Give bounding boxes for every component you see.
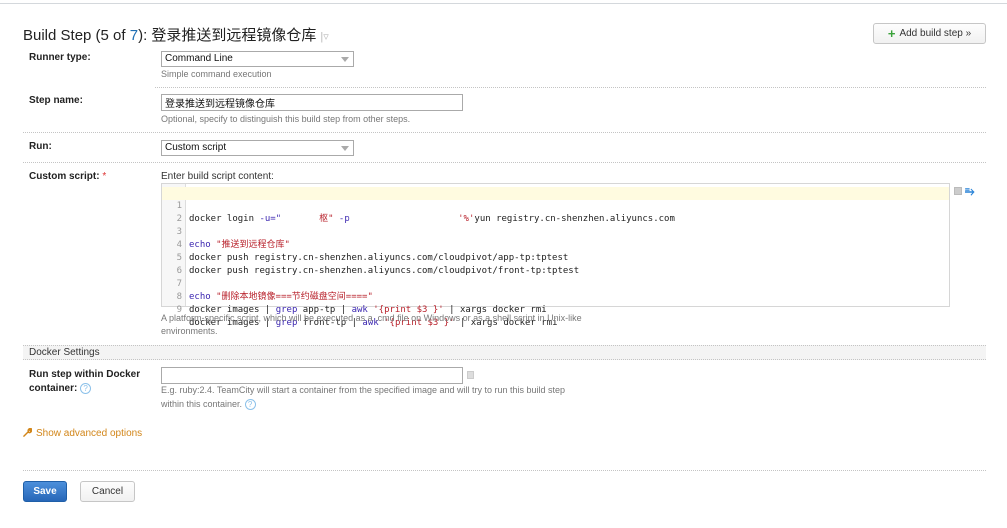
custom-script-label: Custom script: * bbox=[29, 171, 106, 182]
code-line: 1 docker login -u="xxxxxxx枢" -pxxxxxxxxx… bbox=[162, 187, 949, 226]
custom-script-label-text: Custom script: bbox=[29, 171, 100, 182]
chevron-down-icon bbox=[341, 57, 349, 62]
add-build-step-label: Add build step » bbox=[899, 28, 972, 39]
help-icon[interactable]: ? bbox=[80, 382, 92, 394]
docker-hint-2-row: within this container. ? bbox=[161, 398, 256, 411]
custom-script-intro: Enter build script content: bbox=[161, 171, 274, 182]
script-editor[interactable]: 1 docker login -u="xxxxxxx枢" -pxxxxxxxxx… bbox=[161, 183, 950, 328]
run-label: Run: bbox=[29, 141, 52, 152]
chevron-down-icon bbox=[341, 146, 349, 151]
docker-label-line1: Run step within Docker bbox=[29, 369, 141, 380]
step-menu-icon[interactable]: |▿ bbox=[320, 31, 328, 43]
custom-script-hint-2: environments. bbox=[161, 326, 218, 336]
code-line: 8 docker images | grep app-tp | awk '{pr… bbox=[162, 278, 949, 315]
step-name-label: Step name: bbox=[29, 95, 83, 106]
runner-type-label: Runner type: bbox=[29, 52, 91, 63]
add-build-step-button[interactable]: + Add build step » bbox=[873, 23, 986, 44]
code-line: 6 bbox=[162, 252, 949, 276]
divider bbox=[23, 132, 986, 133]
code-line: 5 docker push registry.cn-shenzhen.aliyu… bbox=[162, 239, 949, 276]
code-line: 3 echo "推送到远程仓库" bbox=[162, 213, 949, 250]
docker-label-line2: container: bbox=[29, 383, 78, 394]
expand-editor-icon[interactable] bbox=[954, 187, 962, 195]
docker-container-label: Run step within Docker container: ? bbox=[29, 368, 140, 396]
total-steps-link[interactable]: 7 bbox=[130, 27, 138, 44]
save-button[interactable]: Save bbox=[23, 481, 67, 502]
divider bbox=[155, 87, 986, 88]
docker-hint-1: E.g. ruby:2.4. TeamCity will start a con… bbox=[161, 385, 566, 395]
divider bbox=[23, 470, 986, 471]
code-line: 4 docker push registry.cn-shenzhen.aliyu… bbox=[162, 226, 949, 263]
runner-type-value: Command Line bbox=[165, 53, 233, 64]
docker-settings-header: Docker Settings bbox=[23, 345, 986, 360]
run-select[interactable]: Custom script bbox=[161, 140, 354, 156]
custom-script-hint-1: A platform-specific script, which will b… bbox=[161, 313, 582, 323]
word-wrap-icon[interactable]: ⥱ bbox=[965, 184, 975, 199]
code-line: 7 echo "删除本地镜像===节约磁盘空间====" bbox=[162, 265, 949, 302]
plus-icon: + bbox=[887, 25, 896, 41]
step-name-input[interactable] bbox=[161, 94, 463, 111]
title-suffix: ): 登录推送到远程镜像仓库 bbox=[138, 27, 317, 44]
run-value: Custom script bbox=[165, 142, 227, 153]
docker-container-input[interactable] bbox=[161, 367, 463, 384]
code-line: 2 bbox=[162, 200, 949, 224]
runner-type-hint: Simple command execution bbox=[161, 69, 272, 79]
cancel-button[interactable]: Cancel bbox=[80, 481, 135, 502]
show-advanced-options-label: Show advanced options bbox=[36, 428, 143, 439]
title-prefix: Build Step (5 of bbox=[23, 27, 130, 44]
divider bbox=[23, 162, 986, 163]
image-picker-icon[interactable] bbox=[467, 371, 474, 379]
top-border bbox=[0, 3, 1007, 4]
page-title: Build Step (5 of 7): 登录推送到远程镜像仓库 |▿ bbox=[23, 24, 329, 45]
required-mark: * bbox=[102, 171, 107, 182]
docker-hint-2: within this container. bbox=[161, 399, 243, 409]
wrench-icon bbox=[23, 427, 33, 439]
show-advanced-options-link[interactable]: Show advanced options bbox=[23, 427, 143, 439]
help-icon[interactable]: ? bbox=[244, 399, 256, 411]
code-line: 9 docker images | grep front-tp | awk '{… bbox=[162, 291, 949, 328]
runner-type-select[interactable]: Command Line bbox=[161, 51, 354, 67]
step-name-hint: Optional, specify to distinguish this bu… bbox=[161, 114, 411, 124]
